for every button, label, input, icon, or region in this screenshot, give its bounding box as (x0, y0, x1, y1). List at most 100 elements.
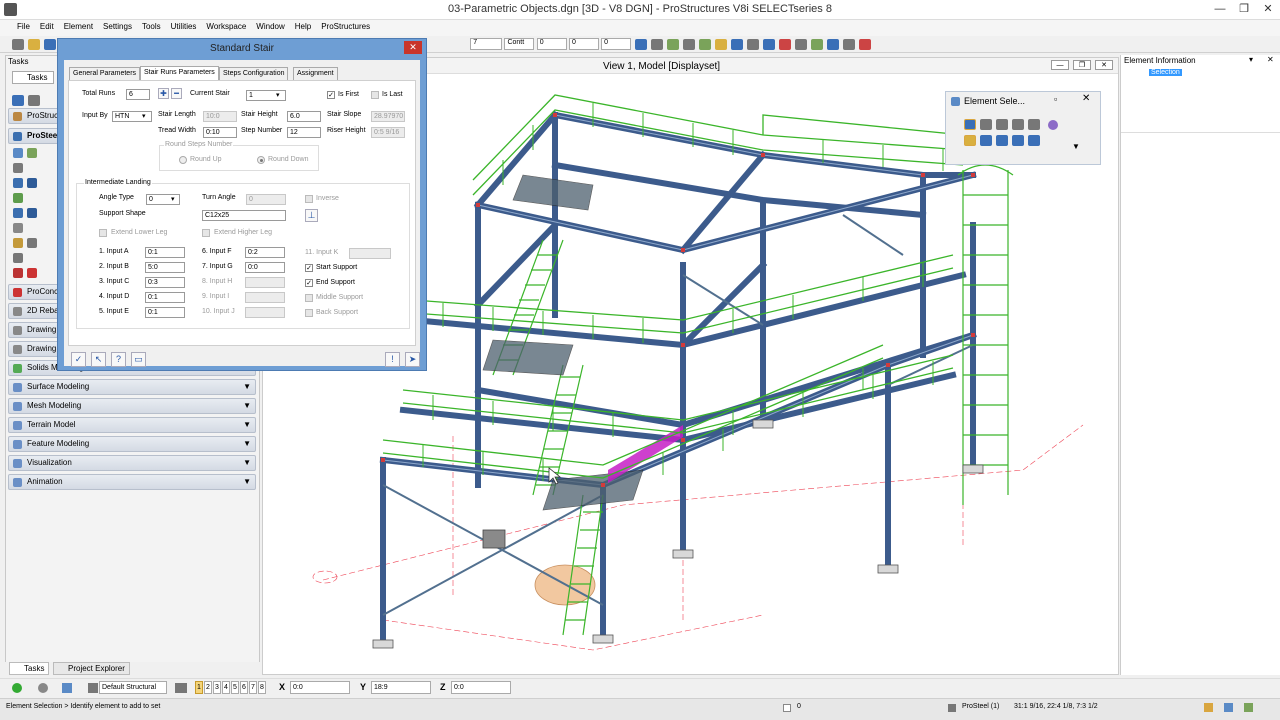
fence-icon[interactable] (635, 39, 648, 50)
input-h-field[interactable] (245, 277, 285, 288)
select-circle-icon[interactable] (1012, 119, 1024, 130)
select-element-icon[interactable] (964, 119, 976, 130)
input-d-field[interactable]: 0:1 (145, 292, 185, 303)
info-icon[interactable] (763, 39, 776, 50)
view-icon[interactable] (827, 39, 840, 50)
level-icon[interactable] (715, 39, 728, 50)
tool-icon[interactable] (27, 178, 37, 188)
view-close-button[interactable]: ✕ (1095, 60, 1113, 70)
level-combo[interactable]: 7 (470, 38, 503, 50)
is-first-checkbox[interactable]: ✓ (327, 91, 335, 99)
add-run-button[interactable]: ✚ (158, 88, 169, 99)
maximize-button[interactable]: ❐ (1232, 0, 1256, 18)
status-warning-icon[interactable] (1204, 703, 1213, 712)
menu-workspace[interactable]: Workspace (201, 20, 251, 33)
start-support-checkbox[interactable]: ✓ (305, 264, 313, 272)
ok-check-button[interactable]: ✓ (71, 352, 86, 367)
middle-support-checkbox[interactable] (305, 294, 313, 302)
new-file-icon[interactable] (12, 39, 24, 50)
input-i-field[interactable] (245, 292, 285, 303)
view-6-button[interactable]: 6 (240, 681, 248, 694)
invert-selection-icon[interactable] (1012, 135, 1024, 146)
task-tool-icon[interactable] (12, 95, 24, 106)
shape-picker-button[interactable]: ⊥ (305, 209, 318, 222)
tool-icon[interactable] (27, 148, 37, 158)
task-mesh-modeling[interactable]: Mesh Modeling ▼ (8, 398, 256, 414)
tool-icon[interactable] (13, 148, 23, 158)
input-f-field[interactable]: 0:2 (245, 247, 285, 258)
view-7-button[interactable]: 7 (249, 681, 257, 694)
tool-icon[interactable] (13, 178, 23, 188)
menu-help[interactable]: Help (290, 20, 316, 33)
next-button[interactable]: ➤ (405, 352, 420, 367)
input-c-field[interactable]: 0:3 (145, 277, 185, 288)
input-g-field[interactable]: 0:0 (245, 262, 285, 273)
view-8-button[interactable]: 8 (258, 681, 266, 694)
tool-icon[interactable] (27, 268, 37, 278)
riser-height-field[interactable]: 0:5 9/16 (371, 127, 405, 138)
select-line-icon[interactable] (1028, 119, 1040, 130)
selection-node[interactable]: Selection (1149, 69, 1182, 76)
view-1-button[interactable]: 1 (195, 681, 203, 694)
info-button[interactable]: ! (385, 352, 400, 367)
current-stair-select[interactable]: 1 (246, 90, 286, 101)
green-action-icon[interactable] (12, 683, 22, 693)
snap-icon[interactable] (795, 39, 808, 50)
menu-element[interactable]: Element (59, 20, 98, 33)
view-minimize-button[interactable]: — (1051, 60, 1069, 70)
tasks-tab[interactable]: Tasks (12, 71, 54, 84)
is-last-checkbox[interactable] (371, 91, 379, 99)
menu-settings[interactable]: Settings (98, 20, 137, 33)
dialog-close-button[interactable]: ✕ (404, 41, 422, 54)
input-k-field[interactable] (349, 248, 391, 259)
panel-close-icon[interactable]: ✕ (1267, 55, 1274, 64)
tool-icon[interactable] (13, 238, 23, 248)
add-to-selection-icon[interactable] (980, 135, 992, 146)
task-visualization[interactable]: Visualization ▼ (8, 455, 256, 471)
extend-higher-leg-checkbox[interactable] (202, 229, 210, 237)
input-b-field[interactable]: 5:0 (145, 262, 185, 273)
task-feature-modeling[interactable]: Feature Modeling ▼ (8, 436, 256, 452)
stair-length-field[interactable]: 10:0 (203, 111, 237, 122)
tab-tasks[interactable]: Tasks (9, 662, 50, 675)
z-field[interactable]: 0:0 (451, 681, 511, 694)
step-number-field[interactable]: 12 (287, 127, 321, 138)
turn-angle-field[interactable]: 0 (246, 194, 286, 205)
shape-icon[interactable] (811, 39, 824, 50)
measure-icon[interactable] (747, 39, 760, 50)
tool-icon[interactable] (13, 208, 23, 218)
view-2-button[interactable]: 2 (204, 681, 212, 694)
delete-icon[interactable] (779, 39, 792, 50)
copy-icon[interactable] (651, 39, 664, 50)
total-runs-field[interactable]: 6 (126, 89, 150, 100)
tool-icon[interactable] (13, 193, 23, 203)
color-combo[interactable]: 0 (568, 38, 599, 50)
rotate-icon[interactable] (683, 39, 696, 50)
remove-run-button[interactable]: ━ (171, 88, 182, 99)
subtract-from-selection-icon[interactable] (996, 135, 1008, 146)
tool-icon[interactable] (13, 163, 23, 173)
task-terrain-model[interactable]: Terrain Model ▼ (8, 417, 256, 433)
status-network-icon[interactable] (1224, 703, 1233, 712)
tread-width-field[interactable]: 0:10 (203, 127, 237, 138)
inverse-checkbox[interactable] (305, 195, 313, 203)
round-up-radio[interactable] (179, 156, 187, 164)
menu-edit[interactable]: Edit (35, 20, 59, 33)
task-animation[interactable]: Animation ▼ (8, 474, 256, 490)
input-e-field[interactable]: 0:1 (145, 307, 185, 318)
task-tool-icon[interactable] (28, 95, 40, 106)
save-icon[interactable] (44, 39, 56, 50)
cancel-button[interactable]: ↖ (91, 352, 106, 367)
back-support-checkbox[interactable] (305, 309, 313, 317)
weight-combo[interactable]: 0 (536, 38, 567, 50)
view-3-button[interactable]: 3 (213, 681, 221, 694)
support-shape-field[interactable]: C12x25 (202, 210, 286, 221)
tab-assignment[interactable]: Assignment (293, 67, 338, 80)
toolbox-minimize-button[interactable]: ▫ (1054, 94, 1057, 104)
view-5-button[interactable]: 5 (231, 681, 239, 694)
tool-icon[interactable] (859, 39, 872, 50)
input-j-field[interactable] (245, 307, 285, 318)
document-button[interactable]: ▭ (131, 352, 146, 367)
menu-file[interactable]: File (12, 20, 35, 33)
close-button[interactable]: ✕ (1256, 0, 1280, 18)
